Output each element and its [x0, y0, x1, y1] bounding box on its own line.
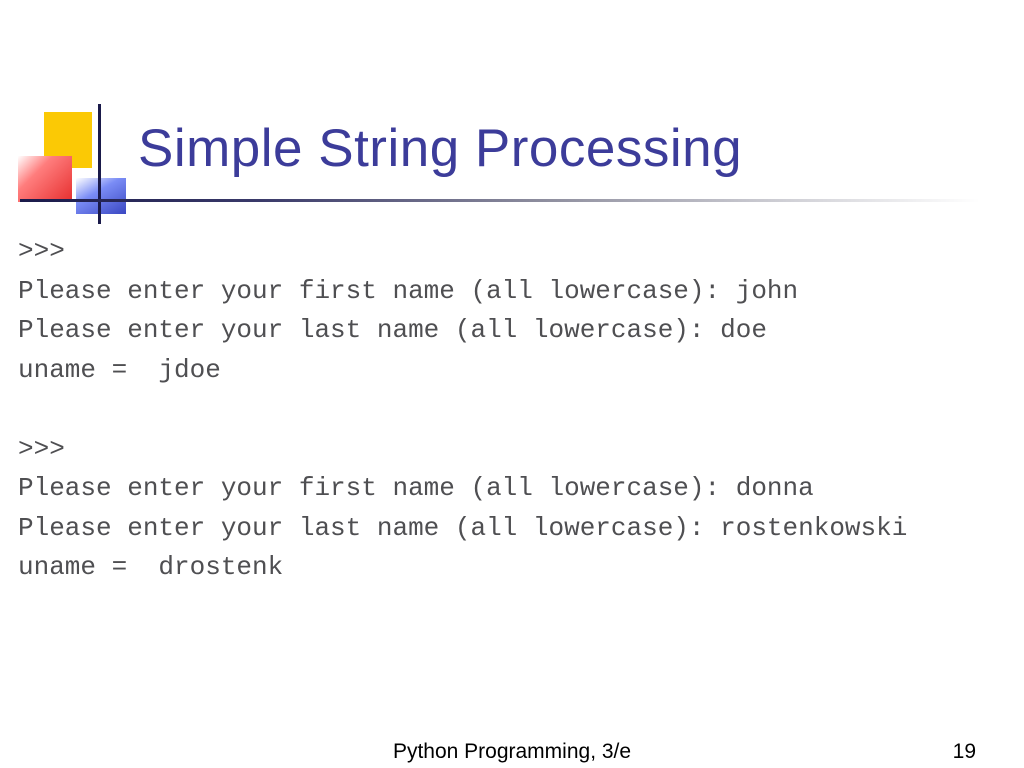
- decoration-horizontal-rule: [20, 199, 980, 202]
- decoration-vertical-line: [98, 104, 101, 224]
- decoration-blue-square: [76, 178, 126, 214]
- footer-text: Python Programming, 3/e: [393, 740, 631, 764]
- page-number: 19: [953, 740, 976, 764]
- slide-header: Simple String Processing: [0, 0, 1024, 210]
- code-block: >>> Please enter your first name (all lo…: [18, 232, 907, 588]
- decoration-red-square: [18, 156, 72, 202]
- slide-title: Simple String Processing: [138, 118, 742, 179]
